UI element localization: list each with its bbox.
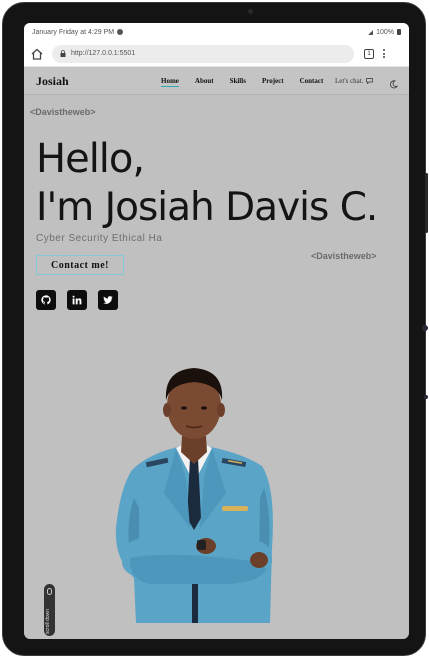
portrait-image	[115, 368, 273, 623]
side-sensor	[422, 325, 428, 331]
github-icon	[41, 295, 51, 305]
mouse-icon	[47, 588, 52, 595]
nav-contact[interactable]: Contact	[300, 77, 324, 85]
twitter-button[interactable]	[98, 290, 118, 310]
chat-label: Let's chat.	[335, 77, 364, 85]
brand-tag-top: <Davistheweb>	[30, 107, 96, 117]
chat-icon	[366, 78, 374, 84]
social-links	[36, 290, 118, 310]
contact-me-button[interactable]: Contact me!	[36, 255, 124, 275]
scroll-down-label: scroll down	[45, 608, 51, 634]
power-button	[425, 173, 428, 233]
more-menu-icon[interactable]	[383, 49, 385, 58]
brand-tag-side: <Davistheweb>	[311, 251, 377, 261]
address-bar[interactable]: http://127.0.0.1:5501	[52, 44, 354, 63]
scroll-down-indicator[interactable]: scroll down	[44, 584, 55, 636]
moon-icon[interactable]	[389, 76, 399, 89]
front-camera	[248, 9, 253, 14]
twitter-icon	[103, 296, 113, 304]
site-logo[interactable]: Josiah	[36, 74, 69, 89]
nav-project[interactable]: Project	[262, 77, 284, 85]
nav-skills[interactable]: Skills	[230, 77, 246, 85]
lets-chat-link[interactable]: Let's chat.	[335, 77, 374, 85]
site-header: Josiah Home About Skills Project Contact…	[24, 67, 409, 95]
main-nav: Home About Skills Project Contact	[161, 77, 324, 87]
linkedin-button[interactable]	[67, 290, 87, 310]
home-icon[interactable]	[30, 47, 44, 61]
signal-icon	[368, 29, 374, 35]
hero-name: I'm Josiah Davis C.	[36, 185, 378, 230]
tablet-frame: January Friday at 4:29 PM 100% http://12…	[2, 2, 428, 656]
side-sensor-2	[424, 395, 428, 399]
linkedin-icon	[72, 295, 82, 305]
battery-percent: 100%	[376, 28, 394, 36]
lock-icon	[60, 50, 66, 57]
battery-icon	[397, 29, 401, 35]
nav-home[interactable]: Home	[161, 77, 179, 87]
notification-icon	[117, 29, 124, 35]
status-time: January Friday at 4:29 PM	[32, 28, 115, 36]
status-bar: January Friday at 4:29 PM 100%	[24, 23, 409, 41]
nav-about[interactable]: About	[195, 77, 214, 85]
browser-toolbar: http://127.0.0.1:5501 1	[24, 41, 409, 67]
tab-switcher-button[interactable]: 1	[364, 48, 374, 59]
screen: January Friday at 4:29 PM 100% http://12…	[24, 23, 409, 639]
url-text: http://127.0.0.1:5501	[71, 50, 136, 57]
github-button[interactable]	[36, 290, 56, 310]
hero-greeting: Hello,	[36, 136, 145, 182]
hero-subtitle: Cyber Security Ethical Ha	[36, 233, 163, 244]
